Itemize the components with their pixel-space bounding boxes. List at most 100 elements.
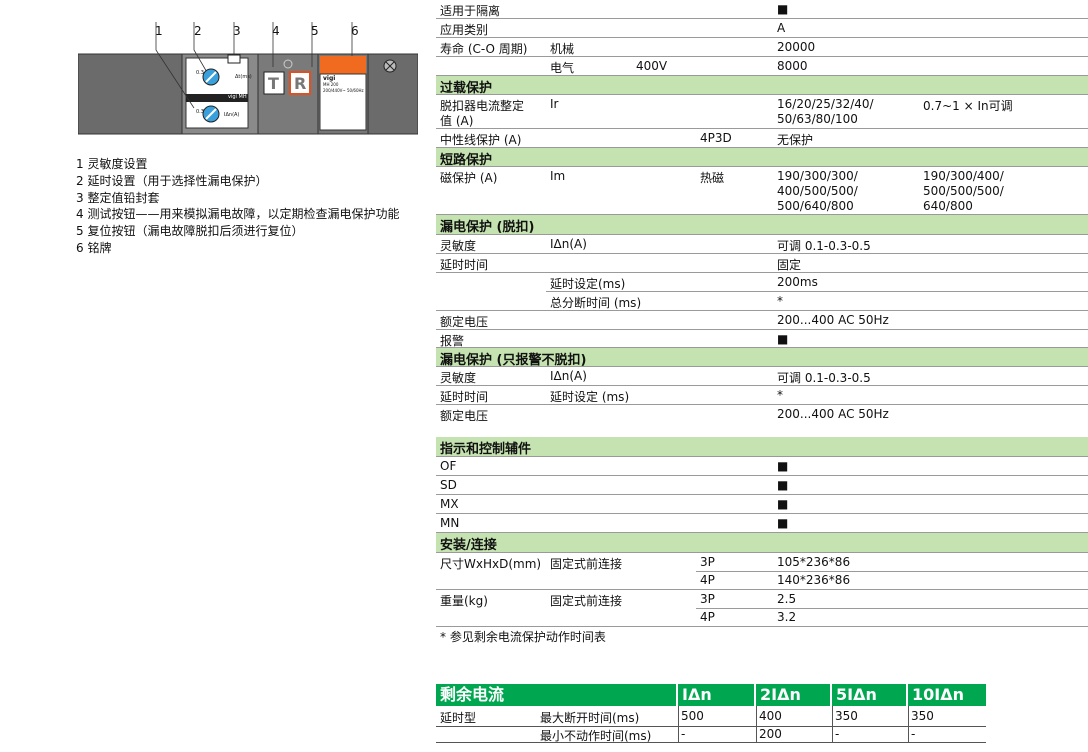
legend-item: 2 延时设置（用于选择性漏电保护）: [76, 173, 268, 188]
cell: 400: [759, 709, 782, 723]
row-value: *: [777, 294, 783, 308]
diagram-legend: 1 灵敏度设置 2 延时设置（用于选择性漏电保护） 3 整定值铅封套 4 测试按…: [76, 156, 399, 257]
row-life-mech: 寿命 (C-O 周期) 机械 20000: [436, 38, 1088, 57]
row-value: ■: [777, 497, 789, 511]
cell: -: [835, 727, 840, 741]
legend-item: 1 灵敏度设置: [76, 157, 148, 171]
row-label: 尺寸WxHxD(mm): [440, 557, 542, 571]
header-2x: 2IΔn: [756, 684, 832, 706]
row-mx: MX ■: [436, 495, 1088, 514]
section-title: 短路保护: [440, 153, 493, 168]
row-sensitivity-2: 灵敏度 IΔn(A) 可调 0.1-0.3-0.5: [436, 367, 1088, 386]
row-value: 固定: [777, 258, 802, 272]
dial2-top: 0.3: [196, 109, 204, 115]
row-symbol: IΔn(A): [550, 237, 587, 251]
row-delay-2: 延时时间 延时设定 (ms) *: [436, 386, 1088, 405]
section-title: 安装/连接: [440, 538, 497, 553]
row-value: ■: [777, 332, 789, 346]
row-sub: 固定式前连接: [550, 557, 623, 571]
row-sensitivity: 灵敏度 IΔn(A) 可调 0.1-0.3-0.5: [436, 235, 1088, 254]
row-im: 磁保护 (A) Im 热磁 190/300/300/ 400/500/500/ …: [436, 167, 1088, 215]
row-value: 200...400 AC 50Hz: [777, 407, 889, 421]
row-value: 400/500/500/: [777, 184, 858, 198]
row-value: 20000: [777, 40, 816, 54]
row-label: 应用类别: [440, 23, 489, 37]
row-isolation: 适用于隔离 ■: [436, 0, 1088, 19]
section-title: 指示和控制辅件: [440, 442, 532, 457]
row-label: 额定电压: [440, 409, 489, 423]
section-earth-leakage: 漏电保护 (脱扣): [436, 215, 1088, 235]
legend-item: 3 整定值铅封套: [76, 190, 160, 205]
row-label: 额定电压: [440, 315, 489, 329]
test-button: T: [268, 74, 279, 93]
section-overload: 过载保护: [436, 76, 1088, 96]
row-label: MX: [440, 497, 459, 511]
row-sub: 延时设定(ms): [550, 277, 626, 291]
row-rated-voltage: 额定电压 200...400 AC 50Hz: [436, 311, 1088, 330]
row-dimensions: 尺寸WxHxD(mm) 固定式前连接 3P 105*236*86 4P 140*…: [436, 553, 1088, 590]
row-label: MN: [440, 516, 460, 530]
row-value: 500/500/500/: [923, 184, 1004, 198]
row-total-break: 总分断时间 (ms) *: [436, 292, 1088, 311]
row-alarm: 报警 ■: [436, 330, 1088, 348]
row-label: 延时时间: [440, 258, 489, 272]
row-value: 190/300/400/: [923, 169, 1004, 183]
row-sub: 固定式前连接: [550, 594, 623, 608]
row-note: 0.7~1 × In可调: [923, 99, 1013, 113]
row-value: 3.2: [777, 610, 797, 624]
row-label: 适用于隔离: [440, 4, 501, 18]
row-value: ■: [777, 2, 789, 16]
row-rated-voltage-2: 额定电压 200...400 AC 50Hz: [436, 405, 1088, 435]
module-drawing: [77, 22, 419, 135]
row-weight: 重量(kg) 固定式前连接 3P 2.5 4P 3.2: [436, 590, 1088, 627]
row-label: 报警: [440, 334, 465, 348]
row-value: 8000: [777, 59, 808, 73]
header-5x: 5IΔn: [832, 684, 908, 706]
module-label: vigi MH: [228, 94, 247, 100]
row-sub: 机械: [550, 42, 575, 56]
row-pole: 4P3D: [700, 131, 732, 145]
reset-button: R: [294, 74, 307, 93]
cell: 350: [911, 709, 934, 723]
dial1-unit: Δt(ms): [235, 74, 252, 80]
row-value: ■: [777, 516, 789, 530]
row-label: OF: [440, 459, 457, 473]
row-value: 可调 0.1-0.3-0.5: [777, 239, 871, 253]
row-value: 50/63/80/100: [777, 112, 858, 126]
row-sub: 电气: [550, 61, 575, 75]
row-label: SD: [440, 478, 457, 492]
group-label: 延时型: [440, 711, 477, 725]
legend-item: 4 测试按钮——用来模拟漏电故障，以定期检查漏电保护功能: [76, 207, 400, 222]
cell: 200: [759, 727, 782, 741]
plate-line-3: 200/440V~ 50/60Hz: [323, 88, 364, 93]
row-life-elec: 电气 400V 8000: [436, 57, 1088, 76]
row-type: 热磁: [700, 171, 725, 185]
cell: -: [681, 727, 686, 741]
row-value: *: [777, 388, 783, 402]
row-value: 无保护: [777, 133, 814, 147]
row-label: 寿命 (C-O 周期): [440, 42, 528, 56]
row-sub: 延时设定 (ms): [550, 390, 630, 404]
row-pole: 3P: [700, 592, 715, 606]
row-label: 重量(kg): [440, 594, 488, 608]
row-label: 值 (A): [440, 114, 474, 128]
section-title: 漏电保护 (脱扣): [440, 220, 535, 235]
row-value: 140*236*86: [777, 573, 851, 587]
header-10x: 10IΔn: [908, 684, 986, 706]
row-ir: 脱扣器电流整定 值 (A) Ir 16/20/25/32/40/ 50/63/8…: [436, 95, 1088, 129]
residual-current-table: 剩余电流 IΔn 2IΔn 5IΔn 10IΔn 延时型 最大断开时间(ms) …: [436, 684, 986, 744]
row-value: 16/20/25/32/40/: [777, 97, 874, 111]
vigi-module-diagram: Δt(ms) 0.3 vigi MH 0.3 IΔn(A) T R vigi M…: [77, 22, 419, 140]
row-value: ■: [777, 478, 789, 492]
row-of: OF ■: [436, 457, 1088, 476]
row-label: 磁保护 (A): [440, 171, 498, 185]
row-pole: 3P: [700, 555, 715, 569]
row-symbol: Ir: [550, 97, 559, 111]
row-label: 灵敏度: [440, 371, 477, 385]
row-symbol: Im: [550, 169, 566, 183]
row-label: 灵敏度: [440, 239, 477, 253]
row-value: 640/800: [923, 199, 973, 213]
row-delay: 延时时间 固定: [436, 254, 1088, 273]
row-label: 最小不动作时间(ms): [540, 729, 652, 743]
row-pole: 4P: [700, 573, 715, 587]
